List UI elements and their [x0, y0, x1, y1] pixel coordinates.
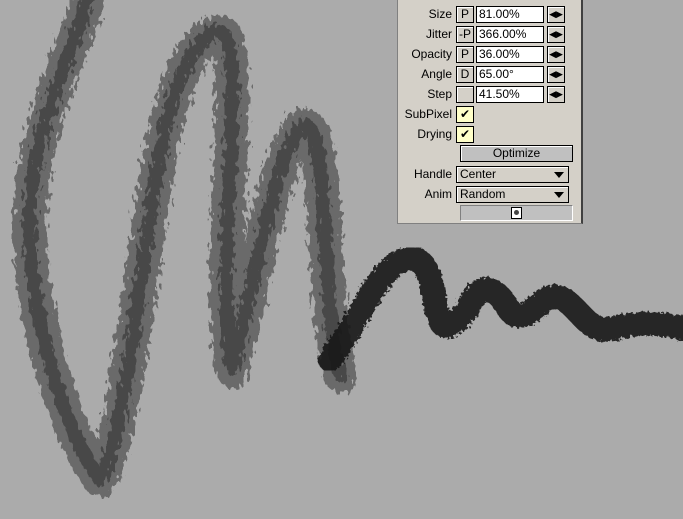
jitter-modifier-button[interactable]: -P: [456, 25, 474, 43]
opacity-label: Opacity: [411, 47, 452, 61]
angle-spin-icon[interactable]: ◀▶: [547, 65, 565, 83]
anim-label: Anim: [424, 187, 452, 201]
opacity-spin-icon[interactable]: ◀▶: [547, 45, 565, 63]
size-spin-icon[interactable]: ◀▶: [547, 5, 565, 23]
param-row-jitter: Jitter -P 366.00% ◀▶: [398, 25, 565, 43]
angle-label: Angle: [421, 67, 452, 81]
size-label: Size: [428, 7, 452, 21]
subpixel-row: SubPixel ✔: [398, 105, 474, 123]
jitter-label: Jitter: [425, 27, 452, 41]
anim-value: Random: [460, 186, 506, 201]
step-label: Step: [427, 87, 452, 101]
anim-row: Anim Random: [398, 185, 569, 203]
angle-modifier-button[interactable]: D: [456, 65, 474, 83]
handle-label: Handle: [413, 167, 452, 181]
step-input[interactable]: 41.50%: [476, 85, 544, 103]
step-spin-icon[interactable]: ◀▶: [547, 85, 565, 103]
param-row-size: Size P 81.00% ◀▶: [398, 5, 565, 23]
opacity-modifier-button[interactable]: P: [456, 45, 474, 63]
anim-select[interactable]: Random: [456, 185, 569, 203]
opacity-input[interactable]: 36.00%: [476, 45, 544, 63]
param-row-opacity: Opacity P 36.00% ◀▶: [398, 45, 565, 63]
handle-value: Center: [460, 166, 497, 181]
param-row-step: Step 41.50% ◀▶: [398, 85, 565, 103]
chevron-down-icon: [554, 171, 564, 178]
size-modifier-button[interactable]: P: [456, 5, 474, 23]
jitter-spin-icon[interactable]: ◀▶: [547, 25, 565, 43]
step-modifier-button[interactable]: [456, 85, 474, 103]
drying-label: Drying: [417, 127, 452, 141]
subpixel-checkbox[interactable]: ✔: [456, 105, 474, 123]
param-row-angle: Angle D 65.00° ◀▶: [398, 65, 565, 83]
subpixel-label: SubPixel: [404, 107, 452, 121]
chevron-down-icon: [554, 191, 564, 198]
slider-thumb[interactable]: [511, 207, 522, 219]
drying-checkbox[interactable]: ✔: [456, 125, 474, 143]
handle-row: Handle Center: [398, 165, 569, 183]
handle-select[interactable]: Center: [456, 165, 569, 183]
brush-slider[interactable]: [460, 205, 573, 221]
jitter-input[interactable]: 366.00%: [476, 25, 544, 43]
brush-settings-panel: Size P 81.00% ◀▶ Jitter -P 366.00% ◀▶ Op…: [397, 0, 583, 224]
drying-row: Drying ✔: [398, 125, 474, 143]
brush-stroke-tail: [318, 245, 683, 372]
optimize-button[interactable]: Optimize: [460, 145, 573, 162]
size-input[interactable]: 81.00%: [476, 5, 544, 23]
brush-stroke: [12, 0, 357, 497]
angle-input[interactable]: 65.00°: [476, 65, 544, 83]
